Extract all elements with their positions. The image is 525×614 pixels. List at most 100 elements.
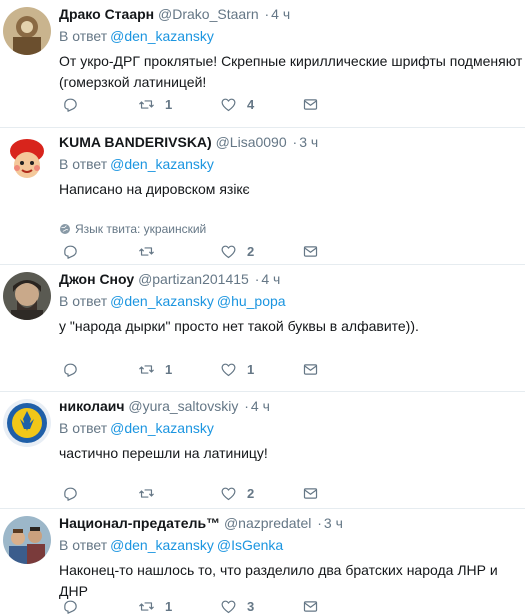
- like-count: 4: [247, 97, 255, 112]
- reply-context: В ответ @den_kazansky: [59, 419, 214, 437]
- user-handle[interactable]: @nazpredatel: [224, 515, 311, 531]
- timestamp[interactable]: 3 ч: [324, 515, 343, 531]
- reply-prefix: В ответ: [59, 537, 108, 553]
- like-count: 3: [247, 599, 255, 614]
- tweet-header: KUMA BANDERIVSKA) @Lisa0090 · 3 ч: [59, 133, 318, 151]
- direct-message-button[interactable]: [302, 96, 319, 113]
- reply-context: В ответ @den_kazansky @IsGenka: [59, 536, 283, 554]
- envelope-icon: [303, 601, 318, 612]
- language-label: Язык твита: украинский: [75, 222, 207, 236]
- timestamp[interactable]: 4 ч: [271, 6, 290, 22]
- reply-button[interactable]: [62, 96, 89, 113]
- reply-context: В ответ @den_kazansky: [59, 27, 214, 45]
- user-handle[interactable]: @yura_saltovskiy: [128, 398, 238, 414]
- mention-link[interactable]: @IsGenka: [217, 537, 283, 553]
- mention-link[interactable]: @den_kazansky: [110, 156, 214, 172]
- user-handle[interactable]: @partizan201415: [138, 271, 249, 287]
- timestamp[interactable]: 3 ч: [299, 134, 318, 150]
- mention-link[interactable]: @den_kazansky: [110, 420, 214, 436]
- retweet-button[interactable]: [138, 485, 165, 502]
- mention-link[interactable]: @den_kazansky: [110, 28, 214, 44]
- like-count: 2: [247, 244, 255, 259]
- like-button[interactable]: 2: [220, 485, 254, 502]
- user-handle[interactable]: @Drako_Staarn: [158, 6, 259, 22]
- reply-prefix: В ответ: [59, 156, 108, 172]
- tweet-header: Драко Стаарн @Drako_Staarn · 4 ч: [59, 5, 290, 23]
- reply-button[interactable]: [62, 598, 89, 614]
- reply-tweet[interactable]: Национал-предатель™ @nazpredatel · 3 ч В …: [0, 509, 525, 614]
- envelope-icon: [303, 488, 318, 499]
- separator-dot: ·: [292, 134, 298, 150]
- mention-link[interactable]: @hu_popa: [217, 293, 286, 309]
- timestamp[interactable]: 4 ч: [251, 398, 270, 414]
- display-name[interactable]: николаич: [59, 398, 125, 414]
- reply-tweet[interactable]: николаич @yura_saltovskiy · 4 ч В ответ @d…: [0, 392, 525, 509]
- reply-context: В ответ @den_kazansky: [59, 155, 214, 173]
- retweet-button[interactable]: 1: [138, 598, 172, 614]
- retweet-count: 1: [165, 362, 173, 377]
- avatar[interactable]: [3, 135, 51, 183]
- avatar[interactable]: [3, 516, 51, 564]
- retweet-button[interactable]: [138, 243, 165, 260]
- tweet-language-note[interactable]: Язык твита: украинский: [59, 222, 206, 236]
- like-button[interactable]: 1: [220, 361, 254, 378]
- reply-feed: Драко Стаарн @Drako_Staarn · 4 ч В ответ @…: [0, 0, 525, 614]
- user-handle[interactable]: @Lisa0090: [216, 134, 287, 150]
- like-button[interactable]: 3: [220, 598, 254, 614]
- tweet-text: у "народа дырки" просто нет такой буквы …: [59, 318, 419, 334]
- direct-message-button[interactable]: [302, 243, 319, 260]
- retweet-icon: [139, 100, 154, 109]
- heart-icon: [221, 245, 236, 259]
- retweet-count: 1: [165, 97, 173, 112]
- reply-icon: [64, 245, 77, 259]
- avatar[interactable]: [3, 399, 51, 447]
- retweet-button[interactable]: 1: [138, 361, 172, 378]
- envelope-icon: [303, 99, 318, 110]
- like-button[interactable]: 2: [220, 243, 254, 260]
- retweet-button[interactable]: 1: [138, 96, 172, 113]
- mention-link[interactable]: @den_kazansky: [110, 537, 214, 553]
- retweet-count: 1: [165, 599, 173, 614]
- reply-icon: [64, 98, 77, 112]
- separator-dot: ·: [317, 515, 322, 531]
- direct-message-button[interactable]: [302, 485, 319, 502]
- reply-prefix: В ответ: [59, 28, 108, 44]
- reply-button[interactable]: [62, 361, 89, 378]
- tweet-header: Национал-предатель™ @nazpredatel · 3 ч: [59, 514, 343, 532]
- reply-icon: [64, 600, 77, 614]
- like-button[interactable]: 4: [220, 96, 254, 113]
- avatar[interactable]: [3, 7, 51, 55]
- reply-prefix: В ответ: [59, 420, 108, 436]
- reply-tweet[interactable]: Джон Сноу @partizan201415 · 4 ч В ответ @d…: [0, 265, 525, 392]
- tweet-header: Джон Сноу @partizan201415 · 4 ч: [59, 270, 280, 288]
- reply-tweet[interactable]: Драко Стаарн @Drako_Staarn · 4 ч В ответ @…: [0, 0, 525, 128]
- timestamp[interactable]: 4 ч: [261, 271, 280, 287]
- direct-message-button[interactable]: [302, 598, 319, 614]
- avatar[interactable]: [3, 272, 51, 320]
- display-name[interactable]: KUMA BANDERIVSKA): [59, 134, 212, 150]
- heart-icon: [221, 363, 236, 377]
- display-name[interactable]: Драко Стаарн: [59, 6, 154, 22]
- tweet-text: От укро-ДРГ проклятые! Скрепные кириллич…: [59, 53, 523, 90]
- reply-button[interactable]: [62, 485, 89, 502]
- reply-button[interactable]: [62, 243, 89, 260]
- separator-dot: ·: [264, 6, 270, 22]
- display-name[interactable]: Национал-предатель™: [59, 515, 220, 531]
- retweet-icon: [139, 365, 154, 374]
- envelope-icon: [303, 246, 318, 257]
- separator-dot: ·: [244, 398, 249, 414]
- reply-tweet[interactable]: KUMA BANDERIVSKA) @Lisa0090 · 3 ч В ответ…: [0, 128, 525, 265]
- heart-icon: [221, 98, 236, 112]
- like-count: 2: [247, 486, 255, 501]
- display-name[interactable]: Джон Сноу: [59, 271, 134, 287]
- mention-link[interactable]: @den_kazansky: [110, 293, 214, 309]
- heart-icon: [221, 600, 236, 614]
- direct-message-button[interactable]: [302, 361, 319, 378]
- tweet-text: Написано на дировском язікє: [59, 181, 250, 197]
- tweet-text: частично перешли на латиницу!: [59, 445, 268, 461]
- retweet-icon: [139, 602, 154, 611]
- tweet-header: николаич @yura_saltovskiy · 4 ч: [59, 397, 270, 415]
- reply-icon: [64, 363, 77, 377]
- reply-prefix: В ответ: [59, 293, 108, 309]
- reply-icon: [64, 487, 77, 501]
